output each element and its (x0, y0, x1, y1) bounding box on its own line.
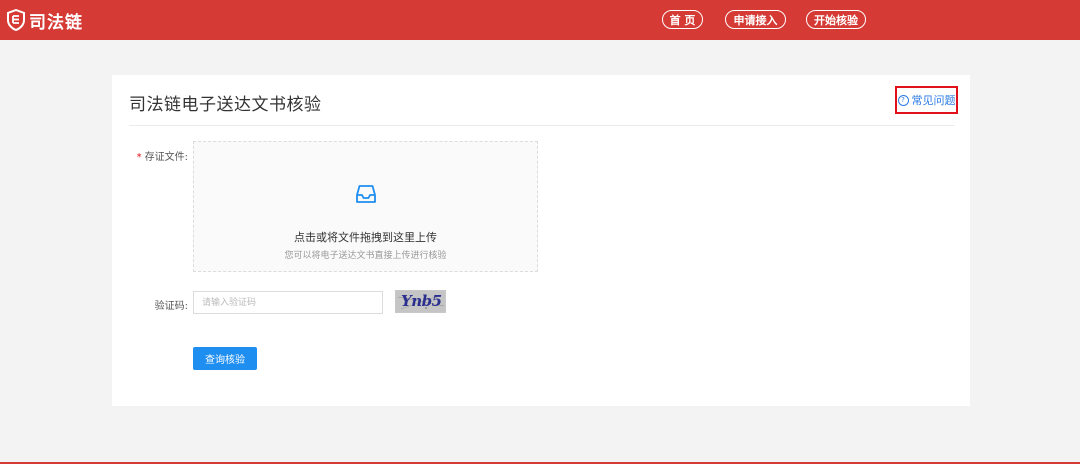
inbox-icon (356, 185, 376, 203)
question-circle-icon: ? (897, 94, 909, 106)
upload-main-text: 点击或将文件拖拽到这里上传 (294, 231, 437, 244)
captcha-input[interactable] (193, 291, 383, 314)
captcha-image[interactable]: Ynb5 (395, 290, 446, 313)
captcha-text: Ynb5 (401, 292, 442, 310)
faq-link[interactable]: ? 常见问题 (895, 86, 958, 114)
upload-dropzone[interactable]: 点击或将文件拖拽到这里上传 您可以将电子送达文书直接上传进行核验 (193, 141, 538, 272)
nav-home-button[interactable]: 首 页 (662, 10, 703, 29)
title-divider (129, 125, 955, 126)
nav-start-verify-button[interactable]: 开始核验 (806, 10, 866, 29)
captcha-field-label: 验证码: (154, 301, 188, 312)
page-title: 司法链电子送达文书核验 (129, 95, 322, 115)
required-mark: * (136, 152, 142, 163)
query-verify-button[interactable]: 查询核验 (193, 347, 257, 370)
verify-card: 司法链电子送达文书核验 ? 常见问题 * 存证文件: 点击或将文件拖拽到这里上传 … (112, 75, 970, 406)
nav-menu: 首 页 申请接入 开始核验 (0, 10, 1080, 31)
nav-apply-access-button[interactable]: 申请接入 (725, 10, 786, 29)
top-nav-bar: 司法链 首 页 申请接入 开始核验 (0, 0, 1080, 40)
upload-hint-text: 您可以将电子送达文书直接上传进行核验 (284, 251, 447, 261)
file-label-text: 存证文件: (144, 152, 188, 163)
faq-label: 常见问题 (911, 94, 956, 107)
file-field-label: * 存证文件: (134, 148, 188, 163)
